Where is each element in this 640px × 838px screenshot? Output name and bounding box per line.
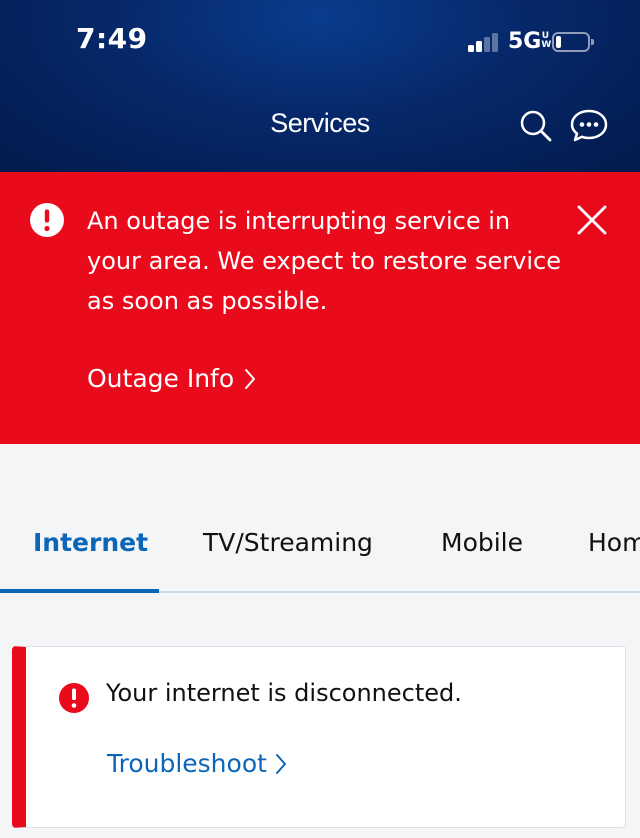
close-alert-button[interactable] xyxy=(574,202,610,238)
chevron-right-icon xyxy=(275,753,286,774)
status-time: 7:49 xyxy=(76,22,148,55)
tab-internet[interactable]: Internet xyxy=(33,528,148,557)
search-button[interactable] xyxy=(516,106,556,146)
close-icon xyxy=(577,205,607,235)
exclamation-circle-icon xyxy=(59,683,89,713)
active-tab-indicator xyxy=(0,589,159,593)
chevron-right-icon xyxy=(245,368,256,389)
exclamation-circle-icon xyxy=(30,203,64,237)
battery-icon xyxy=(552,32,594,52)
outage-info-link[interactable]: Outage Info xyxy=(87,364,256,393)
outage-message: An outage is interrupting service in you… xyxy=(87,207,561,315)
network-badge: UW xyxy=(541,31,552,50)
outage-alert-banner: An outage is interrupting service in you… xyxy=(0,172,640,444)
tab-tv-streaming[interactable]: TV/Streaming xyxy=(203,528,373,557)
tab-home[interactable]: Home xyxy=(588,528,640,557)
disconnected-message: Your internet is disconnected. xyxy=(106,679,462,707)
tab-mobile[interactable]: Mobile xyxy=(441,528,523,557)
internet-status-card: Your internet is disconnected. Troublesh… xyxy=(12,646,626,828)
troubleshoot-label: Troubleshoot xyxy=(107,749,267,778)
cellular-signal-icon xyxy=(468,32,500,52)
chat-button[interactable] xyxy=(568,106,608,146)
network-indicator: 5GU W xyxy=(508,28,552,56)
network-type: 5G xyxy=(508,29,542,54)
service-tabs: Internet TV/Streaming Mobile Home xyxy=(0,444,640,594)
search-icon xyxy=(520,110,552,142)
app-header: 7:49 5GU W Services xyxy=(0,0,640,172)
battery-level xyxy=(556,36,561,48)
chat-bubble-icon xyxy=(570,109,608,142)
troubleshoot-link[interactable]: Troubleshoot xyxy=(107,749,287,778)
outage-info-label: Outage Info xyxy=(87,364,235,393)
